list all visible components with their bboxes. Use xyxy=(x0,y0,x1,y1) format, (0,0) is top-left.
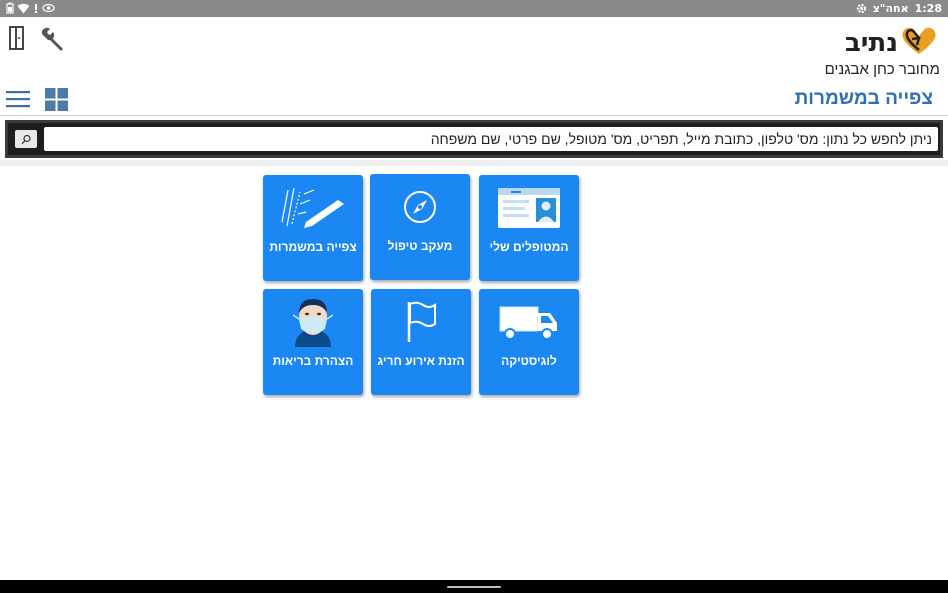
search-bar: ניתן לחפש כל נתון: מס' טלפון, כתובת מייל… xyxy=(5,120,943,158)
compass-icon xyxy=(370,180,470,234)
wifi-icon xyxy=(17,3,30,14)
grid-view-icon[interactable] xyxy=(45,88,68,115)
tile-my-patients[interactable]: המטופלים שלי xyxy=(479,175,579,281)
header-divider xyxy=(0,115,948,116)
masked-person-icon xyxy=(263,295,363,349)
truck-icon xyxy=(479,295,579,349)
search-input[interactable]: ניתן לחפש כל נתון: מס' טלפון, כתובת מייל… xyxy=(44,127,938,151)
logo-text: נתיב xyxy=(844,28,898,58)
door-exit-icon[interactable] xyxy=(8,26,26,54)
separator-strip xyxy=(0,160,948,166)
search-button[interactable] xyxy=(15,130,37,148)
search-icon xyxy=(21,130,32,149)
tile-treatment-tracking[interactable]: מעקב טיפול xyxy=(370,174,470,280)
status-date-label: אחה"צ xyxy=(872,2,909,15)
tile-label: צפייה במשמרות xyxy=(269,240,357,254)
id-card-icon xyxy=(479,181,579,235)
settings-icon xyxy=(856,3,867,14)
hamburger-menu-icon[interactable] xyxy=(6,90,30,112)
app-header: נתיב מחובר כחן אבגנים צפייה במשמרות xyxy=(0,17,948,115)
clipboard-pen-icon xyxy=(263,181,363,235)
tile-report-incident[interactable]: הזנת אירוע חריג xyxy=(371,289,471,395)
flag-icon xyxy=(371,295,471,349)
home-gesture-handle[interactable] xyxy=(447,586,501,588)
tile-health-declaration[interactable]: הצהרת בריאות xyxy=(263,289,363,395)
tile-label: לוגיסטיקה xyxy=(501,354,557,368)
page-title: צפייה במשמרות xyxy=(794,88,933,109)
battery-icon xyxy=(6,2,14,14)
tile-label: המטופלים שלי xyxy=(489,240,569,254)
eye-icon xyxy=(42,3,55,13)
wrench-icon[interactable] xyxy=(38,26,64,56)
status-bar: אחה"צ 1:28 xyxy=(0,0,948,17)
location-icon xyxy=(33,3,39,14)
navigation-bar xyxy=(0,580,948,593)
connected-user-label: מחובר כחן אבגנים xyxy=(824,61,940,78)
tile-label: הצהרת בריאות xyxy=(272,354,354,368)
app-logo: נתיב xyxy=(845,25,938,61)
status-icons-right: אחה"צ 1:28 xyxy=(856,2,942,15)
tile-shifts-view[interactable]: צפייה במשמרות xyxy=(263,175,363,281)
status-time: 1:28 xyxy=(914,2,942,15)
tile-label: מעקב טיפול xyxy=(387,239,453,253)
heart-logo-icon xyxy=(900,25,938,61)
tile-label: הזנת אירוע חריג xyxy=(377,354,465,368)
status-icons-left xyxy=(6,2,55,14)
tile-logistics[interactable]: לוגיסטיקה xyxy=(479,289,579,395)
